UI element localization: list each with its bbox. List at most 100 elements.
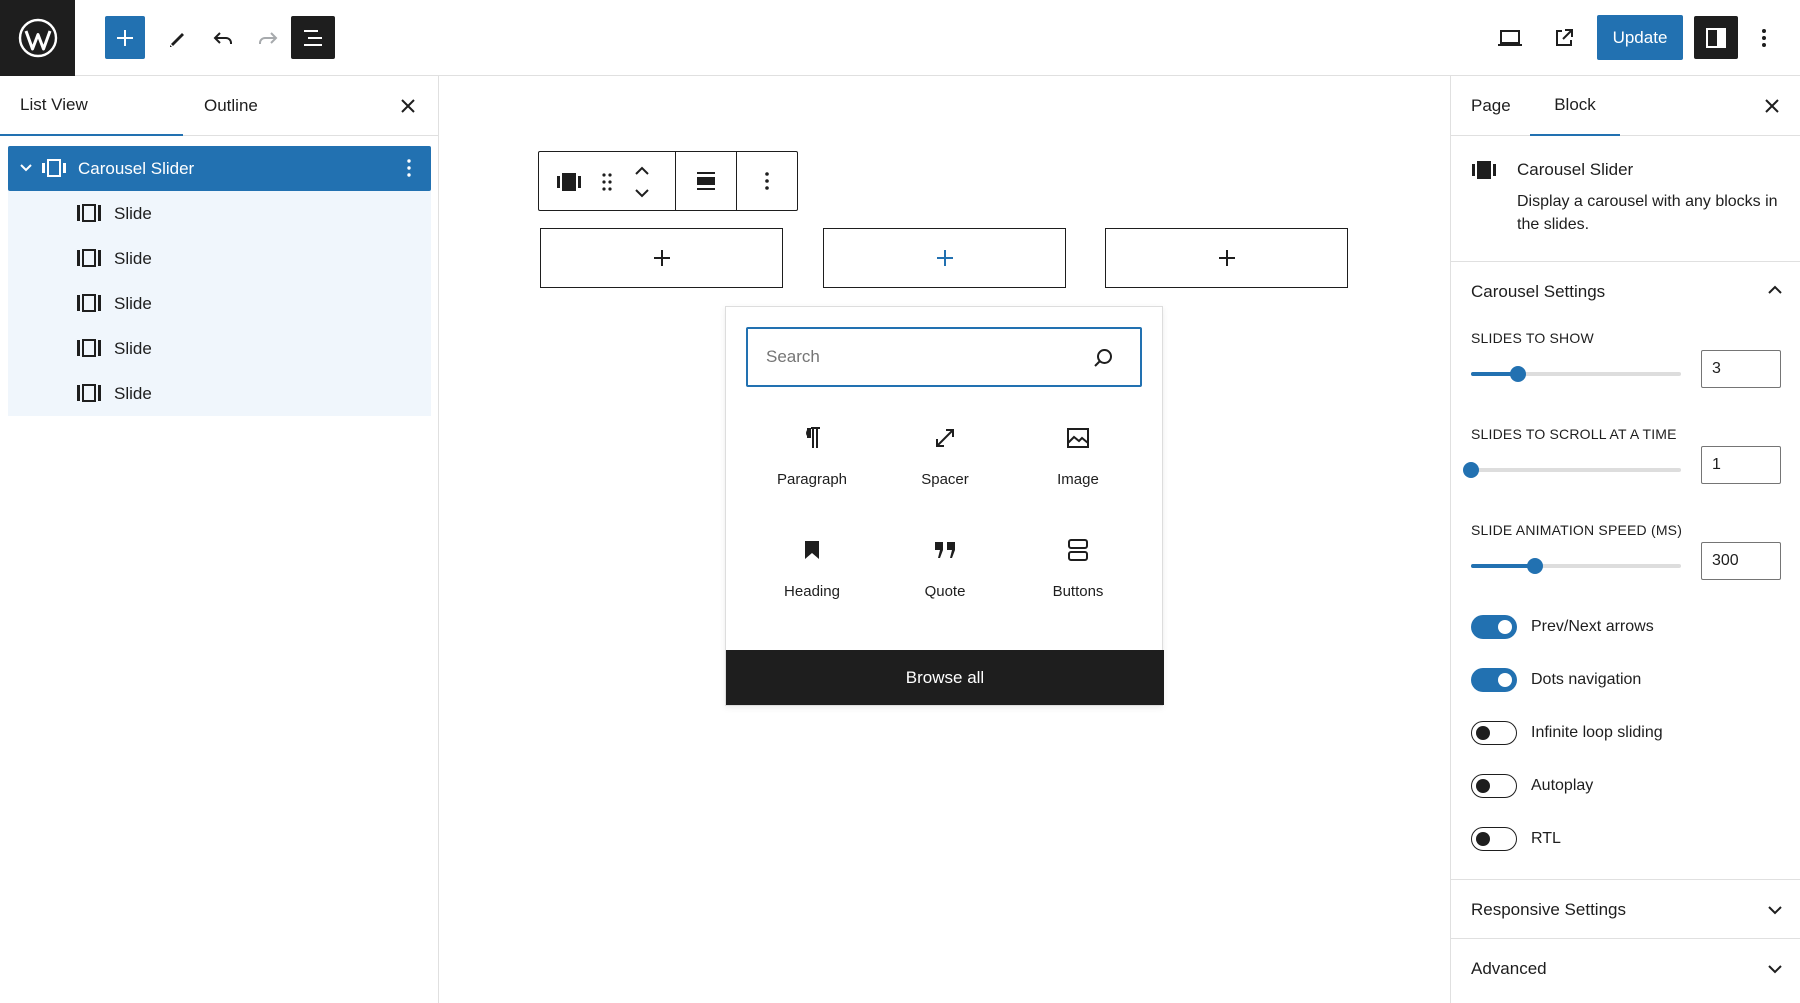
range-track[interactable]: [1471, 558, 1681, 574]
animation-speed-control: SLIDE ANIMATION SPEED (MS) 300: [1471, 522, 1783, 602]
slide-block-icon: [77, 249, 101, 267]
block-item-image[interactable]: Image: [1012, 407, 1144, 507]
move-up-down-icon[interactable]: [633, 164, 651, 200]
toggle-prev-next-arrows[interactable]: Prev/Next arrows: [1471, 612, 1783, 642]
close-icon[interactable]: [396, 94, 420, 118]
block-item-paragraph[interactable]: Paragraph: [746, 407, 878, 507]
tree-item-slide[interactable]: Slide: [8, 371, 431, 416]
range-thumb[interactable]: [1527, 558, 1543, 574]
range-thumb[interactable]: [1510, 366, 1526, 382]
toggle-switch[interactable]: [1471, 615, 1517, 639]
advanced-panel[interactable]: Advanced: [1451, 938, 1800, 997]
range-label: SLIDES TO SCROLL AT A TIME: [1471, 426, 1677, 442]
device-preview-icon[interactable]: [1490, 16, 1530, 59]
tree-item-slide[interactable]: Slide: [8, 191, 431, 236]
toggle-switch[interactable]: [1471, 721, 1517, 745]
number-input[interactable]: 300: [1701, 542, 1781, 580]
tree-item-label: Slide: [114, 248, 152, 268]
chevron-down-icon[interactable]: [18, 160, 34, 176]
toggle-switch[interactable]: [1471, 668, 1517, 692]
more-options-icon[interactable]: [1744, 16, 1784, 59]
responsive-settings-panel[interactable]: Responsive Settings: [1451, 879, 1800, 938]
toggle-label: Autoplay: [1531, 777, 1594, 794]
toggle-rtl[interactable]: RTL: [1471, 824, 1783, 854]
image-icon: [1065, 425, 1091, 451]
chevron-down-icon[interactable]: [1765, 959, 1785, 979]
external-preview-icon[interactable]: [1544, 16, 1584, 59]
toggle-dots-navigation[interactable]: Dots navigation: [1471, 665, 1783, 695]
range-track[interactable]: [1471, 366, 1681, 382]
tree-item-carousel-slider[interactable]: Carousel Slider: [8, 146, 431, 191]
block-item-label: Paragraph: [776, 471, 848, 488]
search-icon: [1094, 349, 1112, 367]
more-vertical-icon[interactable]: [399, 158, 419, 178]
update-button[interactable]: Update: [1597, 15, 1683, 60]
search-input[interactable]: [748, 347, 1068, 367]
paragraph-icon: [799, 425, 825, 451]
close-icon[interactable]: [1760, 94, 1784, 118]
toggle-knob: [1498, 620, 1512, 634]
toggle-switch[interactable]: [1471, 827, 1517, 851]
panel-title: Advanced: [1471, 959, 1547, 978]
tab-list-view[interactable]: List View: [0, 76, 183, 136]
block-inserter-button[interactable]: [105, 16, 145, 59]
toggle-autoplay[interactable]: Autoplay: [1471, 771, 1783, 801]
drag-handle-icon[interactable]: [601, 172, 613, 192]
block-settings-sidebar: Page Block Carousel Slider Display a car…: [1450, 76, 1800, 1003]
tree-item-label: Slide: [114, 203, 152, 223]
toggle-infinite-loop[interactable]: Infinite loop sliding: [1471, 718, 1783, 748]
buttons-icon: [1065, 537, 1091, 563]
range-track[interactable]: [1463, 462, 1681, 478]
plus-icon: [936, 250, 953, 266]
settings-sidebar-toggle-icon[interactable]: [1694, 16, 1738, 59]
block-item-heading[interactable]: Heading: [746, 519, 878, 619]
search-field[interactable]: [746, 327, 1142, 387]
block-item-label: Buttons: [1052, 583, 1104, 600]
slide-appender-button[interactable]: [540, 228, 783, 288]
toggle-knob: [1498, 673, 1512, 687]
number-input[interactable]: 1: [1701, 446, 1781, 484]
range-thumb[interactable]: [1463, 462, 1479, 478]
carousel-settings-panel-header[interactable]: Carousel Settings: [1451, 262, 1800, 322]
align-icon: [697, 172, 715, 190]
undo-icon[interactable]: [203, 16, 243, 59]
panel-title: Carousel Settings: [1471, 282, 1606, 301]
block-toolbar-group: [539, 152, 676, 210]
block-item-spacer[interactable]: Spacer: [879, 407, 1011, 507]
carousel-block-icon[interactable]: [556, 172, 582, 192]
block-item-buttons[interactable]: Buttons: [1012, 519, 1144, 619]
chevron-up-icon[interactable]: [1765, 280, 1785, 300]
list-view-toggle-button[interactable]: [291, 16, 335, 59]
list-view-panel: List View Outline Carousel Slider Slide …: [0, 76, 439, 1003]
chevron-down-icon[interactable]: [1765, 900, 1785, 920]
number-input[interactable]: 3: [1701, 350, 1781, 388]
edit-pencil-icon[interactable]: [157, 16, 197, 59]
tab-outline[interactable]: Outline: [204, 76, 258, 136]
heading-icon: [799, 537, 825, 563]
toggle-switch[interactable]: [1471, 774, 1517, 798]
redo-icon[interactable]: [248, 16, 288, 59]
tree-item-label: Slide: [114, 293, 152, 313]
tree-item-slide[interactable]: Slide: [8, 326, 431, 371]
slides-to-show-control: SLIDES TO SHOW 3: [1471, 330, 1783, 410]
slides-to-scroll-control: SLIDES TO SCROLL AT A TIME 1: [1463, 426, 1783, 506]
tree-item-label: Slide: [114, 383, 152, 403]
browse-all-button[interactable]: Browse all: [726, 650, 1164, 705]
slide-appender-button[interactable]: [1105, 228, 1348, 288]
align-button[interactable]: [676, 152, 737, 210]
toggle-knob: [1476, 831, 1490, 846]
slide-appender-button[interactable]: [823, 228, 1066, 288]
block-card: Carousel Slider Display a carousel with …: [1451, 136, 1800, 262]
left-panel-tabs: List View Outline: [0, 76, 438, 136]
tab-page[interactable]: Page: [1471, 76, 1511, 136]
block-options-button[interactable]: [737, 152, 796, 210]
tree-item-slide[interactable]: Slide: [8, 236, 431, 281]
wordpress-logo-icon[interactable]: [0, 0, 75, 76]
range-label: SLIDES TO SHOW: [1471, 330, 1594, 346]
block-item-label: Heading: [784, 583, 840, 600]
block-item-quote[interactable]: Quote: [879, 519, 1011, 619]
tree-item-slide[interactable]: Slide: [8, 281, 431, 326]
tab-block[interactable]: Block: [1530, 76, 1620, 136]
toggle-knob: [1476, 778, 1490, 793]
slide-block-icon: [77, 339, 101, 357]
